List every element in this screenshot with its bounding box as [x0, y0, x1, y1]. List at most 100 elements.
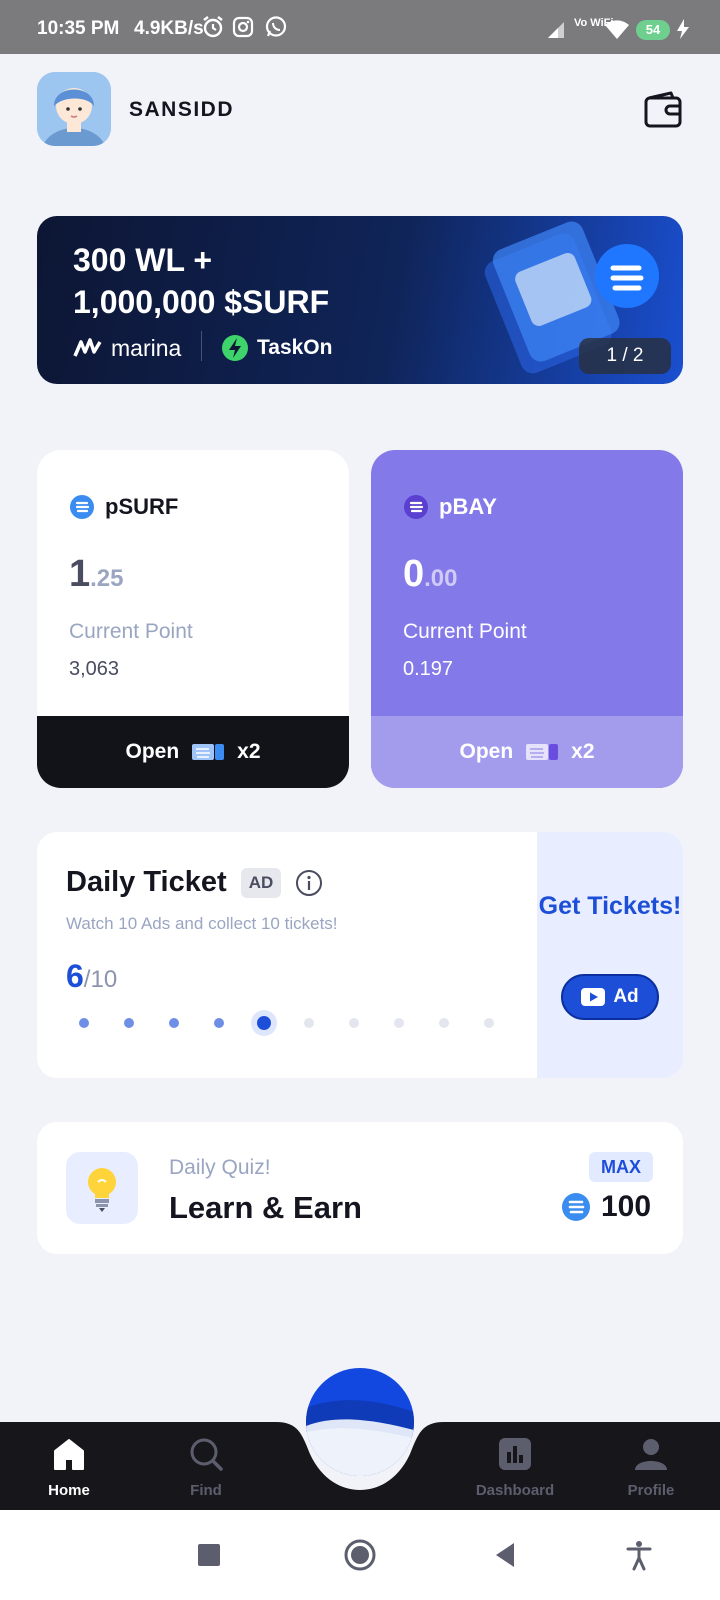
info-icon[interactable]	[295, 869, 323, 897]
ticket-progress-dot	[304, 1018, 314, 1028]
username: SANSIDD	[129, 98, 235, 121]
watch-ad-label: Ad	[613, 986, 639, 1007]
charging-icon	[677, 19, 689, 39]
daily-ticket-title: Daily Ticket	[66, 866, 227, 898]
nav-dashboard[interactable]: Dashboard	[460, 1436, 570, 1499]
ticket-progress-dot	[484, 1018, 494, 1028]
taskon-logo-icon	[222, 335, 248, 361]
nav-home-label: Home	[48, 1482, 90, 1499]
profile-icon	[635, 1439, 667, 1470]
bottom-navigation: Home Find Dashboard Profile	[0, 1360, 720, 1510]
app-header: SANSIDD	[0, 54, 720, 164]
nav-profile[interactable]: Profile	[596, 1436, 706, 1499]
pbay-current-point-label: Current Point	[403, 620, 527, 643]
psurf-value: 1.25	[69, 553, 124, 596]
wifi-icon	[605, 20, 629, 39]
ticket-progress-dot	[124, 1018, 134, 1028]
pbay-value: 0.00	[403, 553, 458, 596]
signal-icon	[548, 22, 564, 38]
psurf-title: pSURF	[69, 494, 178, 520]
pbay-title: pBAY	[403, 494, 497, 520]
quiz-reward: 100	[561, 1190, 651, 1224]
bay-coin-icon	[404, 495, 428, 519]
surf-coin-icon	[70, 495, 94, 519]
get-tickets-label: Get Tickets!	[538, 892, 682, 920]
quiz-icon-tile	[66, 1152, 138, 1224]
banner-separator	[201, 331, 202, 361]
network-speed: 4.9KB/s	[134, 18, 204, 39]
get-tickets-panel: Get Tickets! Ad	[537, 832, 683, 1078]
accessibility-icon[interactable]	[622, 1538, 656, 1572]
taskon-brand: TaskOn	[221, 332, 332, 364]
psurf-label: pSURF	[105, 494, 179, 519]
home-icon	[54, 1439, 84, 1470]
ticket-progress-dot	[394, 1018, 404, 1028]
psurf-current-point-label: Current Point	[69, 620, 193, 643]
search-icon	[190, 1438, 223, 1471]
ticket-progress-dot	[79, 1018, 89, 1028]
battery-indicator: 54	[636, 20, 670, 40]
psurf-current-point: 3,063	[69, 658, 120, 680]
taskon-label: TaskOn	[257, 336, 333, 359]
home-circle-icon[interactable]	[343, 1538, 377, 1572]
avatar[interactable]	[37, 72, 111, 146]
marina-logo-icon	[73, 338, 102, 357]
pbay-multiplier: x2	[571, 740, 595, 763]
marina-label: marina	[111, 334, 182, 361]
status-time: 10:35 PM	[37, 18, 120, 39]
nav-profile-label: Profile	[627, 1482, 675, 1499]
psurf-open-button[interactable]: Open x2	[37, 716, 349, 788]
recents-icon[interactable]	[192, 1538, 226, 1572]
system-navigation-bar	[0, 1510, 720, 1600]
marina-brand: marina	[73, 332, 181, 364]
nav-dashboard-label: Dashboard	[475, 1482, 555, 1499]
center-action-button[interactable]	[306, 1368, 414, 1476]
daily-quiz-card[interactable]: Daily Quiz! Learn & Earn MAX 100	[37, 1122, 683, 1254]
back-icon[interactable]	[488, 1538, 522, 1572]
lightbulb-icon	[88, 1168, 116, 1212]
pbay-card[interactable]: pBAY 0.00 Current Point 0.197 Open x2	[371, 450, 683, 788]
quiz-subtitle: Daily Quiz!	[169, 1156, 271, 1179]
ticket-progress-dot	[169, 1018, 179, 1028]
surf-coin-icon	[562, 1193, 590, 1221]
nav-find-label: Find	[190, 1482, 222, 1499]
wave-icon	[306, 1368, 414, 1476]
ticket-total: /10	[83, 966, 118, 993]
daily-ticket-subtitle: Watch 10 Ads and collect 10 tickets!	[66, 914, 338, 933]
pbay-value-int: 0	[403, 553, 425, 595]
psurf-open-label: Open	[125, 740, 180, 763]
pbay-open-button[interactable]: Open x2	[371, 716, 683, 788]
daily-ticket-card: Daily Ticket AD Watch 10 Ads and collect…	[37, 832, 683, 1078]
promo-banner[interactable]: 300 WL + 1,000,000 $SURF marina TaskOn 1…	[37, 216, 683, 384]
ticket-current: 6	[66, 958, 84, 994]
instagram-icon	[232, 16, 254, 38]
banner-line-1: 300 WL +	[73, 242, 213, 278]
quiz-reward-amount: 100	[601, 1190, 652, 1223]
alarm-icon	[203, 16, 223, 38]
wallet-icon[interactable]	[643, 90, 683, 130]
watch-ad-button[interactable]: Ad	[561, 974, 659, 1020]
whatsapp-icon	[265, 16, 287, 37]
nav-find[interactable]: Find	[151, 1436, 261, 1499]
ticket-icon	[526, 744, 559, 760]
ticket-icon	[192, 744, 225, 760]
pbay-current-point: 0.197	[403, 658, 454, 680]
psurf-value-dec: .25	[90, 565, 124, 592]
ticket-progress-dot-current	[257, 1016, 271, 1030]
ticket-progress-dot	[439, 1018, 449, 1028]
youtube-icon	[581, 988, 606, 1006]
ad-tag: AD	[241, 868, 281, 898]
ticket-progress-dot	[349, 1018, 359, 1028]
banner-pager: 1 / 2	[579, 338, 671, 374]
quiz-title: Learn & Earn	[169, 1190, 362, 1225]
ticket-progress-count: 6/10	[66, 958, 117, 995]
ticket-progress-dot	[214, 1018, 224, 1028]
psurf-value-int: 1	[69, 553, 91, 595]
pbay-label: pBAY	[439, 494, 497, 519]
nav-home[interactable]: Home	[14, 1436, 124, 1499]
psurf-multiplier: x2	[237, 740, 261, 763]
pbay-value-dec: .00	[424, 565, 458, 592]
psurf-card[interactable]: pSURF 1.25 Current Point 3,063 Open x2	[37, 450, 349, 788]
ticket-progress-dot	[251, 1010, 277, 1036]
status-bar: 10:35 PM 4.9KB/s Vo WiFi 54	[0, 0, 720, 54]
